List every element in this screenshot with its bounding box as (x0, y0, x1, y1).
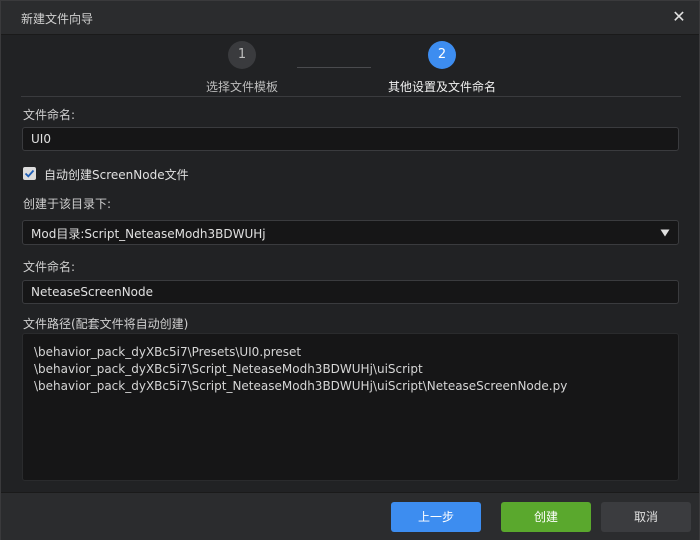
node-filename-label: 文件命名: (23, 260, 76, 274)
auto-create-checkbox[interactable] (23, 167, 36, 180)
step-2-label: 其他设置及文件命名 (388, 80, 497, 94)
new-file-wizard-dialog: 新建文件向导 ✕ 1 2 选择文件模板 其他设置及文件命名 文件命名: UI0 … (0, 0, 700, 540)
checkmark-icon (24, 169, 35, 178)
file-paths-box: \behavior_pack_dyXBc5i7\Presets\UI0.pres… (22, 333, 679, 481)
cancel-button[interactable]: 取消 (601, 502, 691, 532)
path-line: \behavior_pack_dyXBc5i7\Script_NeteaseMo… (34, 379, 568, 393)
directory-select-value: Mod目录:Script_NeteaseModh3BDWUHj (31, 227, 266, 241)
previous-step-button[interactable]: 上一步 (391, 502, 481, 532)
dialog-footer: 上一步 创建 取消 (1, 492, 699, 540)
path-line: \behavior_pack_dyXBc5i7\Presets\UI0.pres… (34, 345, 302, 359)
directory-label: 创建于该目录下: (23, 197, 112, 211)
wizard-steps: 1 2 选择文件模板 其他设置及文件命名 (1, 35, 699, 97)
step-1-indicator: 1 (228, 41, 256, 69)
directory-select[interactable]: Mod目录:Script_NeteaseModh3BDWUHj (22, 220, 679, 245)
chevron-down-icon (660, 229, 670, 237)
close-icon[interactable]: ✕ (669, 7, 689, 27)
step-1-label: 选择文件模板 (206, 80, 279, 94)
title-bar[interactable]: 新建文件向导 ✕ (1, 1, 699, 35)
steps-divider (21, 96, 681, 97)
filename-input[interactable]: UI0 (22, 127, 679, 151)
auto-create-label: 自动创建ScreenNode文件 (44, 168, 189, 182)
create-button[interactable]: 创建 (501, 502, 591, 532)
step-2-indicator: 2 (428, 41, 456, 69)
node-filename-input[interactable]: NeteaseScreenNode (22, 280, 679, 304)
filename-label: 文件命名: (23, 108, 76, 122)
file-paths-label: 文件路径(配套文件将自动创建) (23, 317, 189, 331)
path-line: \behavior_pack_dyXBc5i7\Script_NeteaseMo… (34, 362, 423, 376)
window-title: 新建文件向导 (21, 12, 94, 26)
step-connector (297, 67, 371, 68)
